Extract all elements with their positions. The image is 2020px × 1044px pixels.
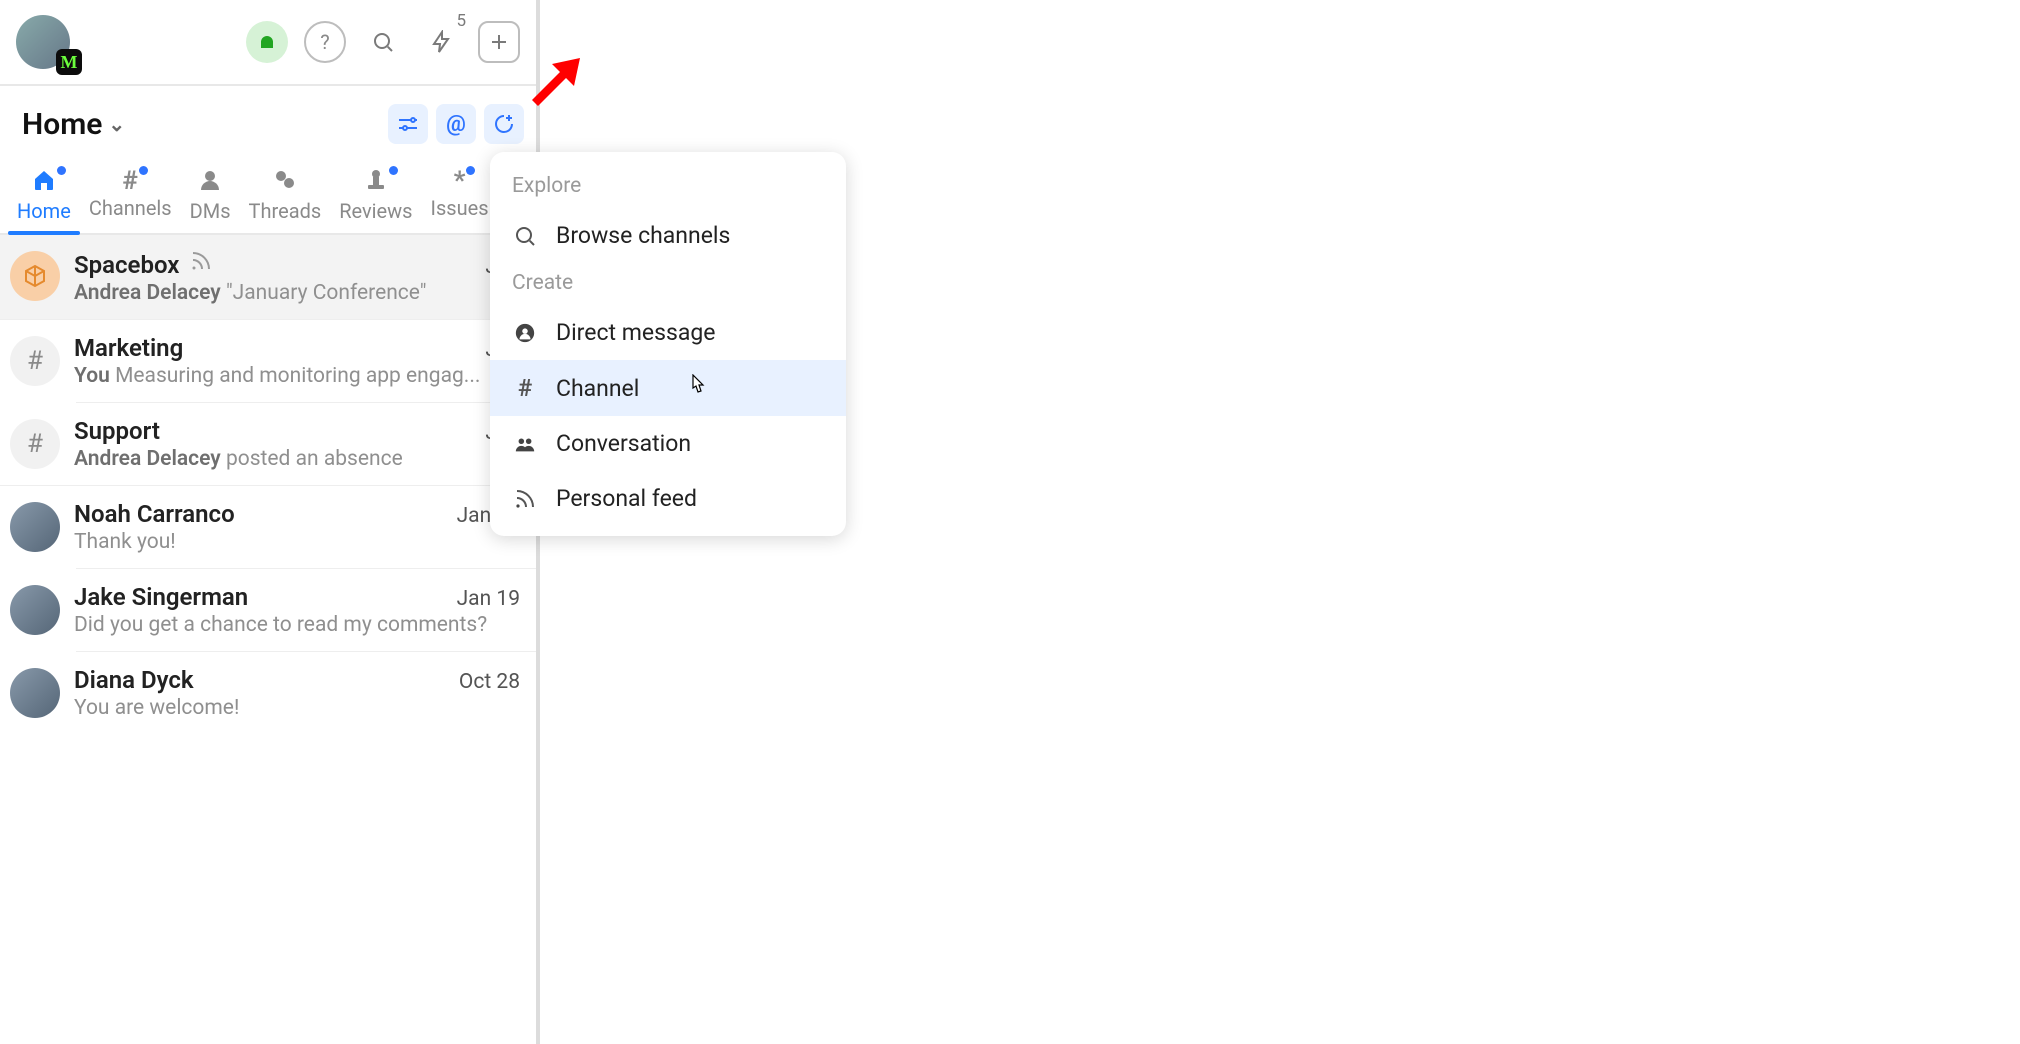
menu-item-label: Personal feed [556, 485, 697, 512]
new-button[interactable] [478, 21, 520, 63]
tab-label: Channels [89, 196, 172, 220]
menu-section-title: Explore [490, 166, 846, 208]
menu-section-title: Create [490, 263, 846, 305]
item-preview: Did you get a chance to read my comments… [74, 613, 520, 637]
user-avatar-icon [10, 668, 60, 718]
list-item[interactable]: Noah Carranco Jan 19 Thank you! [0, 486, 536, 568]
unread-dot [466, 166, 475, 175]
tab-label: DMs [190, 199, 231, 223]
list-item[interactable]: # Marketing Jan You Measuring and monito… [0, 320, 536, 402]
person-circle-icon [512, 322, 538, 344]
tab-label: Reviews [339, 199, 412, 223]
list-item[interactable]: # Support Jan Andrea Delacey posted an a… [0, 403, 536, 486]
item-date: Oct 28 [459, 670, 520, 694]
tab-dms[interactable]: DMs [181, 162, 240, 233]
asterisk-icon: * [454, 168, 466, 194]
user-avatar[interactable]: M [16, 15, 70, 69]
item-name: Marketing [74, 334, 183, 362]
menu-item-direct-message[interactable]: Direct message [490, 305, 846, 360]
tab-label: Issues [431, 196, 489, 220]
sliders-icon [396, 112, 420, 136]
feed-list: Spacebox Jan Andrea Delacey "January Con… [0, 235, 536, 734]
channel-cube-icon [10, 251, 60, 301]
chevron-down-icon: ⌄ [108, 112, 125, 136]
item-preview: Thank you! [74, 530, 520, 554]
tab-channels[interactable]: # Channels [80, 162, 181, 233]
menu-item-label: Browse channels [556, 222, 730, 249]
section-header: Home ⌄ @ [0, 86, 536, 162]
item-name: Spacebox [74, 251, 179, 279]
bolt-icon [429, 30, 453, 54]
home-icon [32, 168, 56, 197]
app-badge-icon: M [56, 49, 82, 75]
tab-threads[interactable]: Threads [240, 162, 331, 233]
item-date: Jan 19 [457, 587, 520, 611]
item-preview: You Measuring and monitoring app engag..… [74, 364, 520, 388]
tabs: Home # Channels DMs Threads Reviews [0, 162, 536, 235]
person-icon [198, 168, 222, 197]
menu-item-label: Channel [556, 375, 639, 402]
tab-label: Home [17, 199, 71, 223]
help-button[interactable]: ? [304, 21, 346, 63]
menu-item-browse-channels[interactable]: Browse channels [490, 208, 846, 263]
rss-icon [512, 487, 538, 511]
item-name: Diana Dyck [74, 666, 194, 694]
create-menu: Explore Browse channels Create Direct me… [490, 152, 846, 536]
search-icon [371, 30, 395, 54]
hash-icon: # [10, 419, 60, 469]
at-icon: @ [446, 112, 466, 137]
hash-icon: # [123, 168, 138, 194]
create-button[interactable] [484, 104, 524, 144]
user-avatar-icon [10, 585, 60, 635]
tab-issues[interactable]: * Issues [422, 162, 498, 233]
hash-icon: # [10, 336, 60, 386]
item-name: Support [74, 417, 160, 445]
people-icon [512, 433, 538, 455]
tab-label: Threads [249, 199, 322, 223]
tab-home[interactable]: Home [8, 162, 80, 233]
feed-icon [189, 249, 213, 278]
item-preview: Andrea Delacey "January Conference" [74, 281, 520, 305]
user-avatar-icon [10, 502, 60, 552]
notifications-button[interactable] [246, 21, 288, 63]
item-preview: Andrea Delacey posted an absence [74, 447, 520, 471]
create-icon [492, 112, 516, 136]
tab-reviews[interactable]: Reviews [330, 162, 421, 233]
menu-item-conversation[interactable]: Conversation [490, 416, 846, 471]
list-item[interactable]: Diana Dyck Oct 28 You are welcome! [0, 652, 536, 734]
header-actions: @ [388, 104, 524, 144]
stamp-icon [364, 168, 388, 197]
section-title-dropdown[interactable]: Home ⌄ [22, 107, 125, 142]
plus-icon [487, 30, 511, 54]
search-button[interactable] [362, 21, 404, 63]
menu-item-channel[interactable]: # Channel [490, 360, 846, 416]
item-name: Noah Carranco [74, 500, 235, 528]
list-item[interactable]: Jake Singerman Jan 19 Did you get a chan… [0, 569, 536, 651]
filter-button[interactable] [388, 104, 428, 144]
unread-dot [139, 166, 148, 175]
list-item[interactable]: Spacebox Jan Andrea Delacey "January Con… [0, 235, 536, 320]
hash-icon: # [512, 374, 538, 402]
search-icon [512, 224, 538, 248]
topbar-actions: ? 5 [246, 21, 520, 63]
menu-item-personal-feed[interactable]: Personal feed [490, 471, 846, 526]
mentions-button[interactable]: @ [436, 104, 476, 144]
bell-icon [255, 30, 279, 54]
activity-button[interactable]: 5 [420, 21, 462, 63]
activity-badge: 5 [456, 11, 466, 31]
threads-icon [273, 168, 297, 197]
menu-item-label: Conversation [556, 430, 691, 457]
unread-dot [57, 166, 66, 175]
unread-dot [389, 166, 398, 175]
topbar: M ? 5 [0, 0, 536, 86]
question-icon: ? [320, 30, 329, 54]
item-name: Jake Singerman [74, 583, 248, 611]
menu-item-label: Direct message [556, 319, 715, 346]
item-preview: You are welcome! [74, 696, 520, 720]
section-title: Home [22, 107, 102, 142]
sidebar: M ? 5 Home ⌄ [0, 0, 540, 1044]
